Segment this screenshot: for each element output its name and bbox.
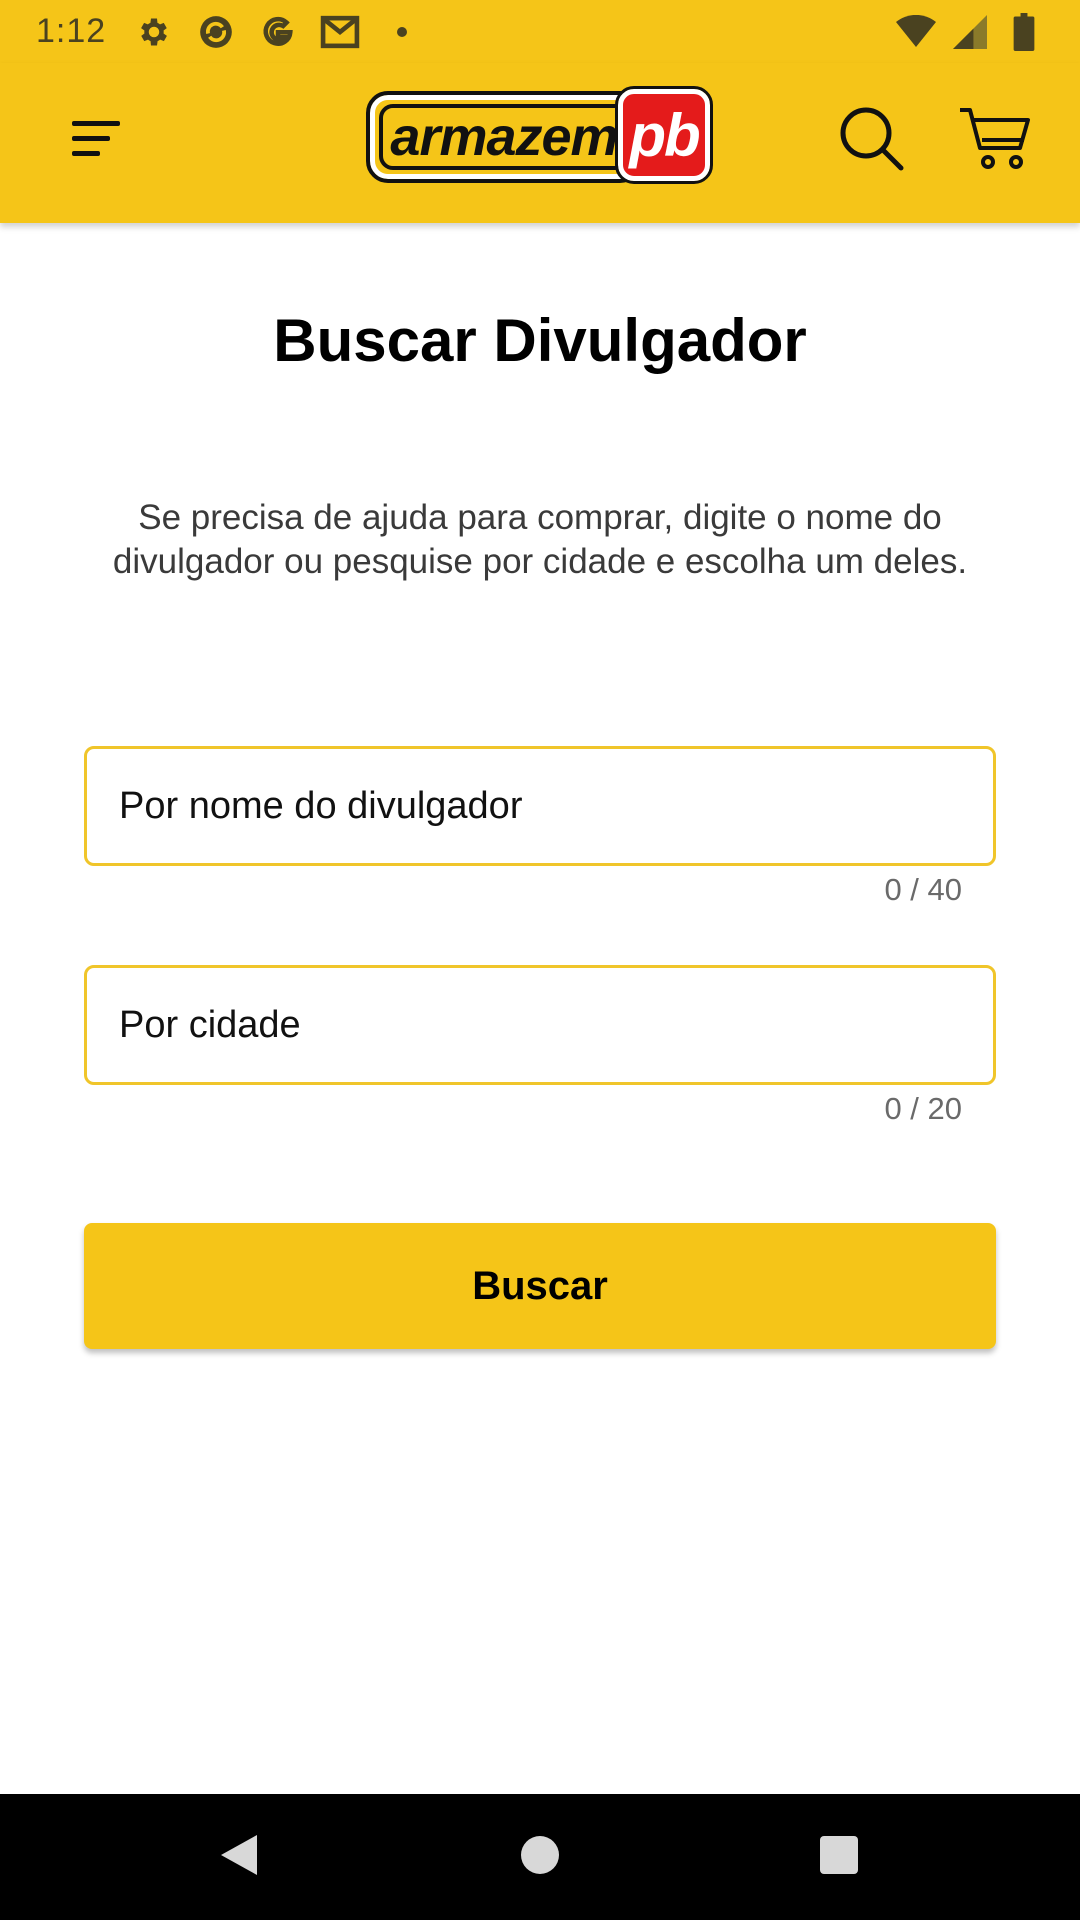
recents-icon: [819, 1835, 859, 1880]
sync-icon: [196, 12, 236, 52]
wifi-icon: [896, 12, 936, 52]
battery-icon: [1004, 12, 1044, 52]
status-system-icons: [896, 12, 1044, 52]
search-button[interactable]: [832, 101, 912, 181]
city-char-counter: 0 / 20: [884, 1091, 962, 1126]
page-title: Buscar Divulgador: [273, 307, 807, 374]
brand-logo[interactable]: armazem pb: [366, 86, 713, 184]
google-icon: [258, 12, 298, 52]
menu-icon: [70, 117, 124, 166]
app-bar: armazem pb: [0, 63, 1080, 223]
name-search-field[interactable]: [84, 746, 996, 866]
back-button[interactable]: [206, 1824, 272, 1890]
name-char-counter: 0 / 40: [884, 872, 962, 907]
status-time: 1:12: [36, 12, 107, 50]
home-button[interactable]: [507, 1824, 573, 1890]
system-nav-bar: [0, 1794, 1080, 1920]
back-icon: [217, 1831, 261, 1884]
logo-left-badge: armazem: [366, 91, 642, 183]
logo-text-pb: pb: [629, 101, 700, 169]
status-notification-icons: [134, 12, 422, 52]
menu-button[interactable]: [62, 109, 132, 173]
recents-button[interactable]: [806, 1824, 872, 1890]
home-icon: [520, 1835, 560, 1880]
search-icon: [837, 104, 907, 179]
status-bar: 1:12: [0, 0, 1080, 63]
signal-icon: [950, 12, 990, 52]
gmail-icon: [320, 12, 360, 52]
gear-icon: [134, 12, 174, 52]
city-search-field[interactable]: [84, 965, 996, 1085]
page-description: Se precisa de ajuda para comprar, digite…: [112, 498, 968, 581]
cart-icon: [958, 106, 1034, 177]
logo-text-armazem: armazem: [390, 107, 618, 167]
search-submit-button[interactable]: Buscar: [84, 1223, 996, 1349]
dot-icon: [382, 12, 422, 52]
cart-button[interactable]: [954, 101, 1038, 181]
name-search-input[interactable]: [119, 784, 993, 828]
city-search-input[interactable]: [119, 1003, 993, 1047]
logo-right-badge: pb: [615, 86, 713, 184]
